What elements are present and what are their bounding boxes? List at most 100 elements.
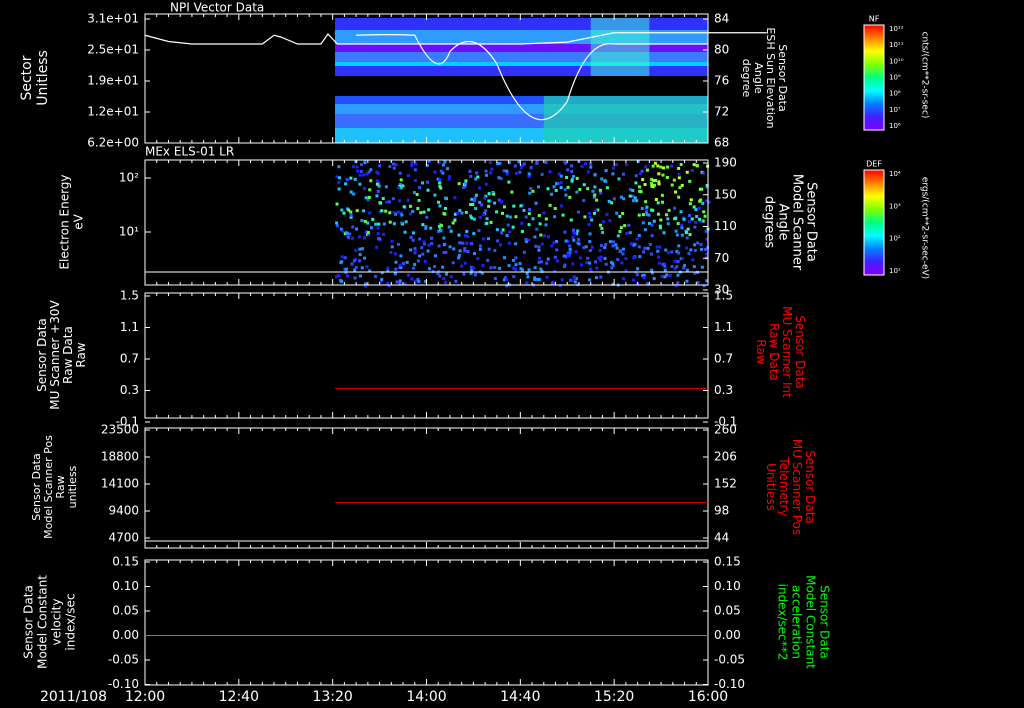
panel2-heat-pixel: [353, 259, 357, 263]
panel2-heat-pixel: [427, 208, 431, 212]
panel2-heat-pixel: [582, 199, 586, 203]
panel2-heat-pixel: [518, 262, 522, 266]
panel2-heat-pixel: [594, 276, 598, 280]
panel2-heat-pixel: [409, 235, 413, 239]
panel5-ytick-label: -0.05: [714, 653, 745, 667]
panel2-heat-pixel: [508, 230, 512, 234]
panel4-ytick-label: 4700: [108, 531, 139, 545]
panel2-heat-pixel: [586, 170, 590, 174]
panel1-ylabel-right-line-3: degree: [740, 59, 753, 98]
colorbar1-tick-label: 10¹²: [889, 25, 904, 33]
panel2-heat-pixel: [657, 182, 661, 186]
panel2-heat-pixel: [526, 275, 530, 279]
panel2-heat-pixel: [388, 220, 392, 224]
panel2-heat-pixel: [442, 277, 446, 281]
panel2-heat-pixel: [545, 275, 549, 279]
panel2-heat-pixel: [518, 170, 522, 174]
panel2-heat-pixel: [588, 278, 592, 282]
panel2-heat-pixel: [394, 163, 398, 167]
panel2-heat-pixel: [703, 214, 707, 218]
panel5-ytick-label: 0.00: [112, 628, 139, 642]
panel2-heat-pixel: [363, 236, 367, 240]
panel2-heat-pixel: [689, 198, 693, 202]
panel2-heat-pixel: [576, 210, 580, 214]
panel2-heat-pixel: [443, 206, 447, 210]
panel2-heat-pixel: [555, 248, 559, 252]
panel2-heat-pixel: [540, 242, 544, 246]
panel2-heat-pixel: [666, 217, 670, 221]
panel2-heat-pixel: [540, 172, 544, 176]
panel2-heat-pixel: [384, 209, 388, 213]
panel2-heat-pixel: [438, 204, 442, 208]
panel2-heat-pixel: [568, 244, 572, 248]
panel2-heat-pixel: [625, 231, 629, 235]
panel2-heat-pixel: [507, 241, 511, 245]
panel2-heat-pixel: [674, 229, 678, 233]
panel2-heat-pixel: [696, 241, 700, 245]
colorbar2-units-line-0: ergs/(cm**2-sr-sec-eV): [920, 177, 930, 279]
panel2-heat-pixel: [468, 169, 472, 173]
panel2-heat-pixel: [390, 239, 394, 243]
panel2-heat-pixel: [600, 226, 604, 230]
x-axis-tick-label: 15:20: [594, 689, 634, 705]
panel2-heat-pixel: [421, 223, 425, 227]
panel2-heat-pixel: [358, 274, 362, 278]
panel2-heat-pixel: [473, 252, 477, 256]
panel2-heat-pixel: [436, 200, 440, 204]
panel2-heat-pixel: [625, 163, 629, 167]
panel2-heat-pixel: [622, 197, 626, 201]
panel2-heat-pixel: [680, 233, 684, 237]
panel2-heat-pixel: [577, 237, 581, 241]
panel2-heat-pixel: [492, 192, 496, 196]
panel5-ylabel-right-line-3: index/sec**2: [776, 584, 790, 661]
panel2-heat-pixel: [690, 217, 694, 221]
panel2-heat-pixel: [378, 164, 382, 168]
panel2-heat-pixel: [381, 196, 385, 200]
panel2-heat-pixel: [552, 241, 556, 245]
panel2-heat-pixel: [451, 261, 455, 265]
panel2-heat-pixel: [694, 207, 698, 211]
panel2-heat-pixel: [519, 166, 523, 170]
panel2-heat-pixel: [527, 268, 531, 272]
panel2-heat-pixel: [462, 185, 466, 189]
panel2-heat-pixel: [371, 217, 375, 221]
panel5-frame: [144, 559, 709, 686]
panel2-heat-pixel: [677, 244, 681, 248]
panel2-heat-pixel: [367, 195, 371, 199]
panel2-heat-pixel: [660, 193, 664, 197]
panel2-heat-pixel: [380, 209, 384, 213]
panel2-heat-pixel: [702, 210, 706, 214]
panel2-heat-pixel: [563, 161, 567, 165]
panel2-heat-pixel: [615, 163, 619, 167]
panel2-heat-pixel: [666, 251, 670, 255]
panel2-heat-pixel: [642, 250, 646, 254]
panel2-frame: [144, 159, 709, 286]
panel2-heat-pixel: [684, 246, 688, 250]
panel2-heat-pixel: [393, 252, 397, 256]
panel2-heat-pixel: [449, 275, 453, 279]
panel2-heat-pixel: [337, 274, 341, 278]
panel2-heat-pixel: [519, 267, 523, 271]
panel2-heat-pixel: [438, 177, 442, 181]
panel2-heat-pixel: [531, 189, 535, 193]
panel2-heat-pixel: [633, 196, 637, 200]
panel2-heat-pixel: [529, 186, 533, 190]
colorbar2-tick-label: 10³: [889, 202, 901, 210]
panel2-heat-pixel: [513, 164, 517, 168]
panel2-heat-pixel: [696, 281, 700, 285]
panel2-heat-pixel: [675, 233, 679, 237]
panel2-heat-pixel: [550, 244, 554, 248]
panel2-heat-pixel: [406, 273, 410, 277]
panel2-heat-pixel: [537, 248, 541, 252]
panel2-heat-pixel: [612, 166, 616, 170]
panel2-heat-pixel: [588, 267, 592, 271]
panel2-heat-pixel: [377, 222, 381, 226]
panel2-heat-pixel: [537, 260, 541, 264]
panel2-heat-pixel: [548, 203, 552, 207]
panel4-ylabel-right-line-2: Telemetry: [777, 456, 791, 516]
panel3-ytick-label: 1.5: [120, 289, 139, 303]
panel2-ytick-label: 70: [714, 251, 729, 265]
panel2-heat-pixel: [413, 279, 417, 283]
panel4-ylabel-right-line-0: Sensor Data: [803, 450, 817, 524]
panel2-heat-pixel: [387, 200, 391, 204]
